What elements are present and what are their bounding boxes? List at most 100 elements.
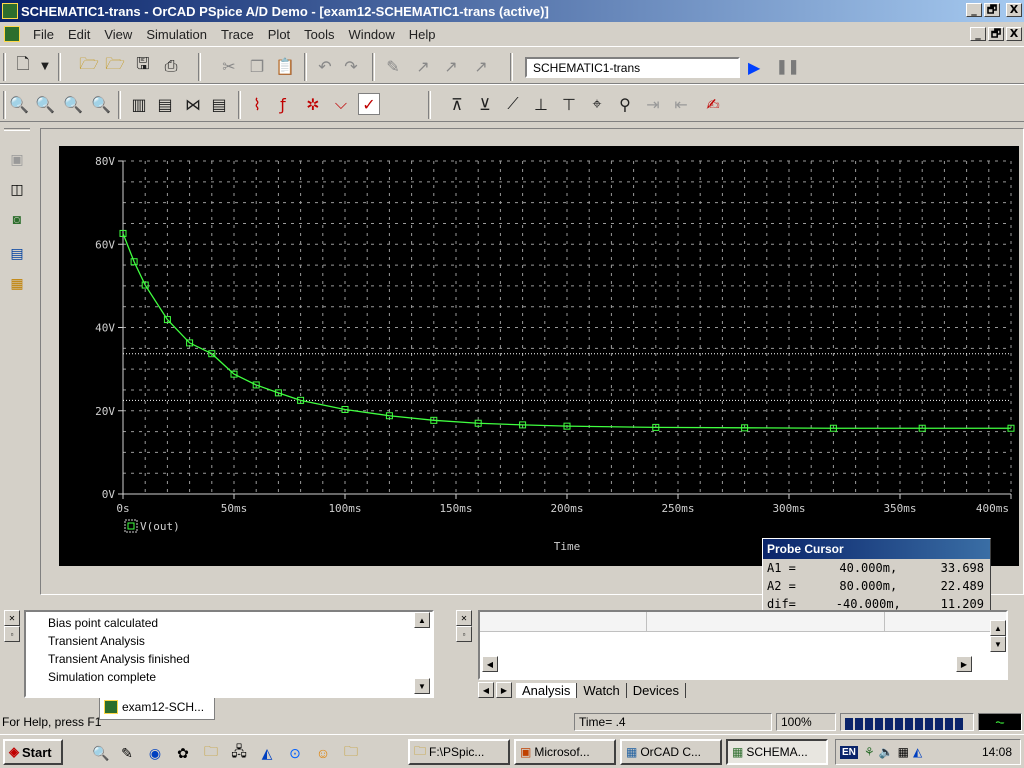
doc-minimize-button[interactable]: _ <box>970 27 986 41</box>
copy-icon[interactable]: ❐ <box>246 55 268 77</box>
quicklaunch-paint-icon[interactable]: ◭ <box>258 744 276 762</box>
tray-volume-icon[interactable]: 🔈 <box>879 745 894 759</box>
add-text-label-icon[interactable]: ✲ <box>302 93 324 115</box>
close-button[interactable]: X <box>1006 3 1022 17</box>
zoom-fit-icon[interactable]: 🔍 <box>90 93 112 115</box>
language-indicator[interactable]: EN <box>840 745 858 759</box>
save-icon[interactable]: 🖫 <box>132 54 154 77</box>
quicklaunch-media-icon[interactable]: ✿ <box>174 744 192 762</box>
paste-icon[interactable]: 📋 <box>274 55 296 77</box>
toggle-cursor-icon[interactable]: ✓ <box>358 93 380 115</box>
cut-icon[interactable]: ✂ <box>218 55 240 77</box>
restore-button[interactable]: 🗗 <box>984 3 1000 17</box>
cursor-point-icon[interactable]: ⌖ <box>586 93 608 115</box>
print-icon[interactable]: ⎙ <box>160 55 182 77</box>
simulation-settings-icon[interactable]: ▣ <box>8 150 26 168</box>
pspice-app-icon[interactable] <box>2 3 18 19</box>
tab-scroll-left-icon[interactable]: ◀ <box>478 682 494 698</box>
mark-label-icon[interactable]: ✍ <box>702 93 724 115</box>
tray-clock[interactable]: 14:08 <box>982 745 1012 759</box>
edit-settings-icon[interactable]: ◫ <box>8 180 26 198</box>
previous-transition-icon[interactable]: ⇤ <box>670 93 692 115</box>
power-marker-icon[interactable]: ↗ <box>470 55 492 77</box>
output-close-icon[interactable]: ✕ <box>4 610 20 626</box>
task-explorer[interactable]: 🗀 F:\PSpic... <box>408 739 510 765</box>
task-powerpoint[interactable]: ▣ Microsof... <box>514 739 616 765</box>
quicklaunch-folder-icon[interactable]: 🗀 <box>202 743 220 762</box>
tab-devices[interactable]: Devices <box>627 682 687 698</box>
menu-trace[interactable]: Trace <box>214 27 261 42</box>
quicklaunch-player-icon[interactable]: ⊙ <box>286 744 304 762</box>
quicklaunch-chat-icon[interactable]: ☺ <box>314 744 332 762</box>
watch-grid[interactable] <box>478 610 1008 680</box>
output-float-icon[interactable]: ▫ <box>4 626 20 642</box>
menu-plot[interactable]: Plot <box>261 27 297 42</box>
redo-icon[interactable]: ↷ <box>340 55 362 77</box>
quicklaunch-documents-icon[interactable]: 🗀 <box>342 743 360 762</box>
probe-cursor-window[interactable]: Probe Cursor A1 = 40.000m, 33.698 A2 = 8… <box>762 538 991 616</box>
menu-view[interactable]: View <box>97 27 139 42</box>
tray-network-icon[interactable]: ⚘ <box>864 745 875 759</box>
add-marker-icon[interactable]: ✎ <box>382 55 404 77</box>
task-pspice[interactable]: ▦ SCHEMA... <box>726 739 828 765</box>
next-transition-icon[interactable]: ⇥ <box>642 93 664 115</box>
new-file-icon[interactable]: 🗋 <box>12 54 34 77</box>
current-marker-icon[interactable]: ↗ <box>440 55 462 77</box>
watch-scroll-down-icon[interactable]: ▼ <box>990 636 1006 652</box>
zoom-area-icon[interactable]: 🔍 <box>62 93 84 115</box>
tray-device-icon[interactable]: ▦ <box>898 745 909 759</box>
task-orcad-capture[interactable]: ▦ OrCAD C... <box>620 739 722 765</box>
quicklaunch-network-icon[interactable]: 🖧 <box>230 743 248 762</box>
menu-window[interactable]: Window <box>342 27 402 42</box>
open-folder-icon[interactable]: 🗁 <box>78 54 100 77</box>
mark-data-points-icon[interactable]: ⌵ <box>330 93 352 115</box>
quicklaunch-browser-icon[interactable]: ◉ <box>146 744 164 762</box>
tray-update-icon[interactable]: ◭ <box>913 745 922 759</box>
zoom-out-icon[interactable]: 🔍 <box>34 93 56 115</box>
log-x-axis-icon[interactable]: ▥ <box>128 93 150 115</box>
document-icon[interactable] <box>4 26 20 42</box>
simulation-profile-field[interactable]: SCHEMATIC1-trans <box>525 57 740 78</box>
cursor-max-icon[interactable]: ⊤ <box>558 93 580 115</box>
doc-restore-button[interactable]: 🗗 <box>988 27 1004 41</box>
cursor-search-icon[interactable]: ⚲ <box>614 93 636 115</box>
add-trace-icon[interactable]: ⌇ <box>246 93 268 115</box>
open-simulation-icon[interactable]: 🗁 <box>104 54 126 77</box>
watch-scroll-left-icon[interactable]: ◀ <box>482 656 498 672</box>
title-bar[interactable]: SCHEMATIC1-trans - OrCAD PSpice A/D Demo… <box>0 0 1024 22</box>
voltage-marker-icon[interactable]: ↗ <box>412 55 434 77</box>
new-dropdown-chevron-icon[interactable]: ▼ <box>34 55 56 77</box>
undo-icon[interactable]: ↶ <box>314 55 336 77</box>
watch-scroll-up-icon[interactable]: ▲ <box>990 620 1006 636</box>
log-scroll-up-icon[interactable]: ▲ <box>414 612 430 628</box>
cursor-peak-icon[interactable]: ⊼ <box>446 93 468 115</box>
quicklaunch-search-icon[interactable]: 🔍 <box>92 744 110 762</box>
menu-simulation[interactable]: Simulation <box>139 27 214 42</box>
run-settings-icon[interactable]: ◙ <box>8 210 26 228</box>
tab-analysis[interactable]: Analysis <box>516 682 578 698</box>
watch-close-icon[interactable]: ✕ <box>456 610 472 626</box>
run-simulation-icon[interactable]: ▶ <box>748 58 760 78</box>
performance-analysis-icon[interactable]: ⋈ <box>182 93 204 115</box>
fourier-icon[interactable]: ▤ <box>154 93 176 115</box>
simulation-status-icon[interactable]: ▦ <box>8 274 26 292</box>
start-button[interactable]: ◈ Start <box>3 739 63 765</box>
zoom-in-icon[interactable]: 🔍 <box>8 93 30 115</box>
eval-goal-function-icon[interactable]: ƒ <box>272 93 294 115</box>
waveform-chart[interactable]: 80V 60V 40V 20V 0V0s 50ms 100ms 150ms 200ms 250ms… <box>59 146 1019 566</box>
tab-scroll-right-icon[interactable]: ▶ <box>496 682 512 698</box>
menu-edit[interactable]: Edit <box>61 27 97 42</box>
view-output-file-icon[interactable]: ▤ <box>8 244 26 262</box>
tab-watch[interactable]: Watch <box>577 682 627 698</box>
pause-simulation-icon[interactable]: ❚❚ <box>776 58 799 75</box>
quicklaunch-edit-icon[interactable]: ✎ <box>118 744 136 762</box>
doc-close-button[interactable]: X <box>1006 27 1022 41</box>
log-scroll-down-icon[interactable]: ▼ <box>414 678 430 694</box>
cursor-min-icon[interactable]: ⊥ <box>530 93 552 115</box>
watch-float-icon[interactable]: ▫ <box>456 626 472 642</box>
menu-tools[interactable]: Tools <box>297 27 341 42</box>
watch-scroll-right-icon[interactable]: ▶ <box>956 656 972 672</box>
plot-area[interactable]: 80V 60V 40V 20V 0V 0s 50ms 100ms 150ms 200ms 250ms… <box>59 146 1019 566</box>
menu-file[interactable]: File <box>26 27 61 42</box>
minimize-button[interactable]: _ <box>966 3 982 17</box>
